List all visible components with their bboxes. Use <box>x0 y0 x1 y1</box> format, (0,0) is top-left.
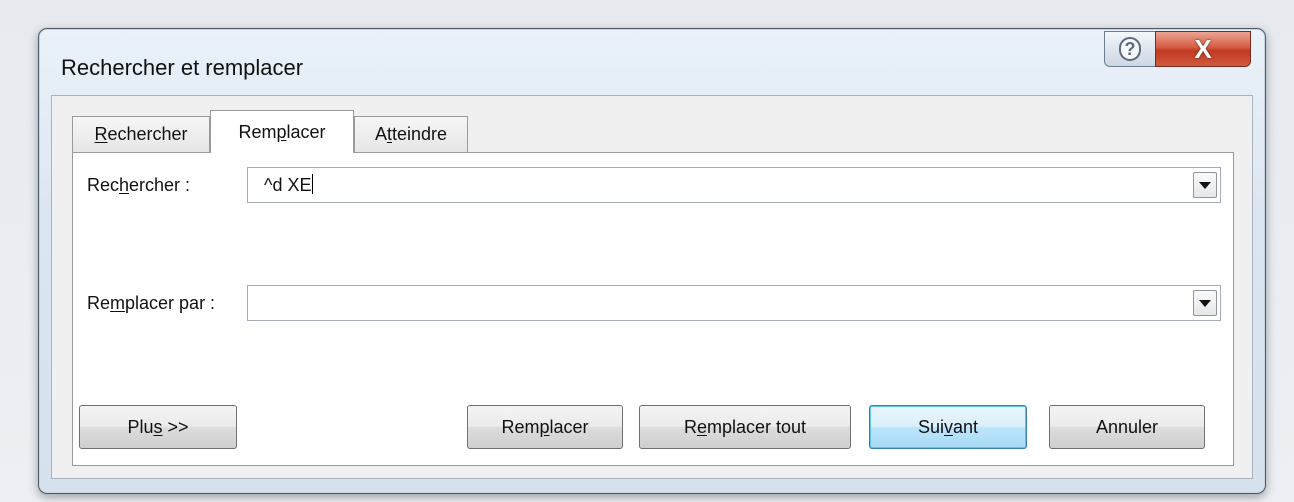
replace-all-button[interactable]: Remplacer tout <box>639 405 851 449</box>
replace-button[interactable]: Remplacer <box>467 405 623 449</box>
tab-label: Rechercher <box>94 124 188 144</box>
title-bar[interactable]: Rechercher et remplacer ? X <box>39 29 1265 95</box>
close-button[interactable]: X <box>1155 31 1251 67</box>
close-icon: X <box>1194 33 1212 64</box>
replace-dropdown-button[interactable] <box>1193 290 1217 316</box>
button-label: Remplacer <box>501 416 589 437</box>
tab-atteindre[interactable]: Atteindre <box>354 116 468 152</box>
text-caret <box>312 174 314 194</box>
tab-rechercher[interactable]: Rechercher <box>72 116 210 152</box>
dialog-title: Rechercher et remplacer <box>61 55 304 80</box>
replace-tab-panel: Rechercher : ^d XE Remplacer par : Plus … <box>72 152 1234 466</box>
button-label: Remplacer tout <box>683 416 807 437</box>
chevron-down-icon <box>1199 299 1211 307</box>
find-combobox[interactable]: ^d XE <box>247 167 1221 203</box>
replace-combobox[interactable] <box>247 285 1221 321</box>
find-replace-dialog: Rechercher et remplacer ? X Rechercher R… <box>38 28 1266 494</box>
find-label: Rechercher : <box>87 175 191 195</box>
cancel-button[interactable]: Annuler <box>1049 405 1205 449</box>
tab-label: Remplacer <box>238 121 326 142</box>
tab-label: Atteindre <box>374 124 448 144</box>
find-dropdown-button[interactable] <box>1193 172 1217 198</box>
help-button[interactable]: ? <box>1104 31 1156 67</box>
help-icon: ? <box>1119 37 1141 61</box>
find-input[interactable]: ^d XE <box>264 174 314 196</box>
button-label: Plus >> <box>127 416 189 437</box>
button-label: Suivant <box>917 416 979 437</box>
more-options-button[interactable]: Plus >> <box>79 405 237 449</box>
button-label: Annuler <box>1095 416 1159 437</box>
dialog-client-area: Rechercher Remplacer Atteindre Recherche… <box>51 95 1253 479</box>
chevron-down-icon <box>1199 181 1211 189</box>
tab-remplacer[interactable]: Remplacer <box>210 110 354 153</box>
find-next-button[interactable]: Suivant <box>869 405 1027 449</box>
replace-label: Remplacer par : <box>87 293 216 313</box>
